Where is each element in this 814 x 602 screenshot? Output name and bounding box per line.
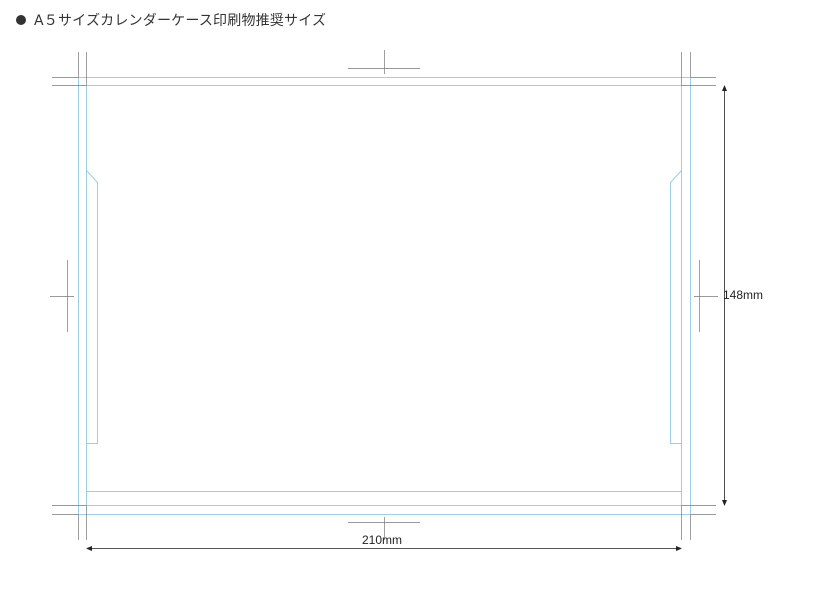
bleed-outline: [78, 77, 691, 515]
calendar-case-diagram: [50, 50, 727, 551]
height-label: 148mm: [723, 288, 764, 302]
side-slot-right: [670, 170, 682, 444]
width-label: 210mm: [362, 533, 403, 547]
trim-outline: [86, 85, 682, 506]
side-slot-left: [86, 170, 98, 444]
crop-marks: [50, 50, 718, 540]
